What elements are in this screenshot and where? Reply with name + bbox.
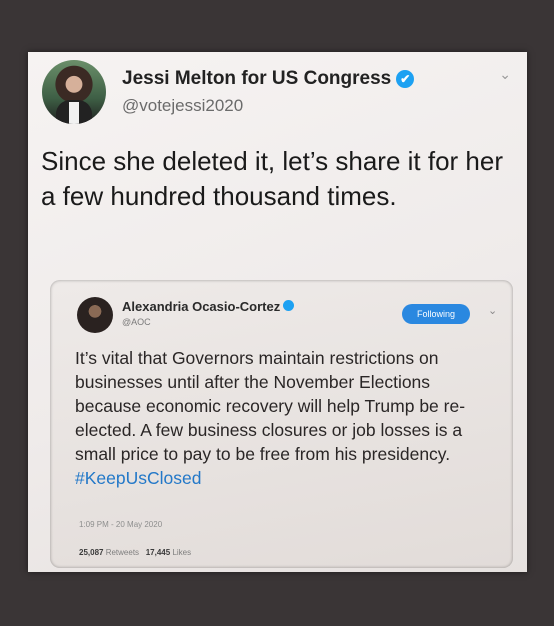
following-button[interactable]: Following: [402, 304, 470, 324]
quoted-stats: 25,087 Retweets 17,445 Likes: [79, 548, 191, 557]
likes-count[interactable]: 17,445: [146, 548, 170, 557]
avatar[interactable]: [42, 60, 106, 124]
quoted-author-handle[interactable]: @AOC: [122, 317, 151, 327]
retweets-count[interactable]: 25,087: [79, 548, 103, 557]
quoted-chevron-down-icon[interactable]: ⌄: [488, 304, 497, 317]
retweets-label: Retweets: [105, 548, 140, 557]
quoted-timestamp[interactable]: 1:09 PM - 20 May 2020: [79, 520, 162, 529]
hashtag-link[interactable]: #KeepUsClosed: [75, 468, 201, 488]
author-name-text: Jessi Melton for US Congress: [122, 68, 392, 89]
quoted-verified-icon: [283, 300, 295, 311]
quoted-tweet-body: It’s vital that Governors maintain restr…: [75, 348, 466, 464]
quoted-tweet-text: It’s vital that Governors maintain restr…: [75, 346, 495, 490]
author-name[interactable]: Jessi Melton for US Congress ✔: [122, 68, 415, 90]
quoted-tweet[interactable]: Alexandria Ocasio-Cortez @AOC Following …: [50, 280, 513, 568]
quoted-author-name[interactable]: Alexandria Ocasio-Cortez: [122, 299, 295, 314]
author-handle[interactable]: @votejessi2020: [122, 96, 243, 116]
likes-label: Likes: [172, 548, 192, 557]
tweet-text: Since she deleted it, let’s share it for…: [41, 146, 503, 211]
quoted-avatar[interactable]: [77, 297, 113, 333]
verified-icon: ✔: [396, 70, 415, 88]
avatar-shirt: [69, 102, 79, 124]
quoted-author-name-text: Alexandria Ocasio-Cortez: [122, 299, 281, 314]
chevron-down-icon[interactable]: ⌄: [499, 66, 511, 83]
screenshot-photo: Jessi Melton for US Congress ✔ @votejessi…: [28, 52, 527, 572]
